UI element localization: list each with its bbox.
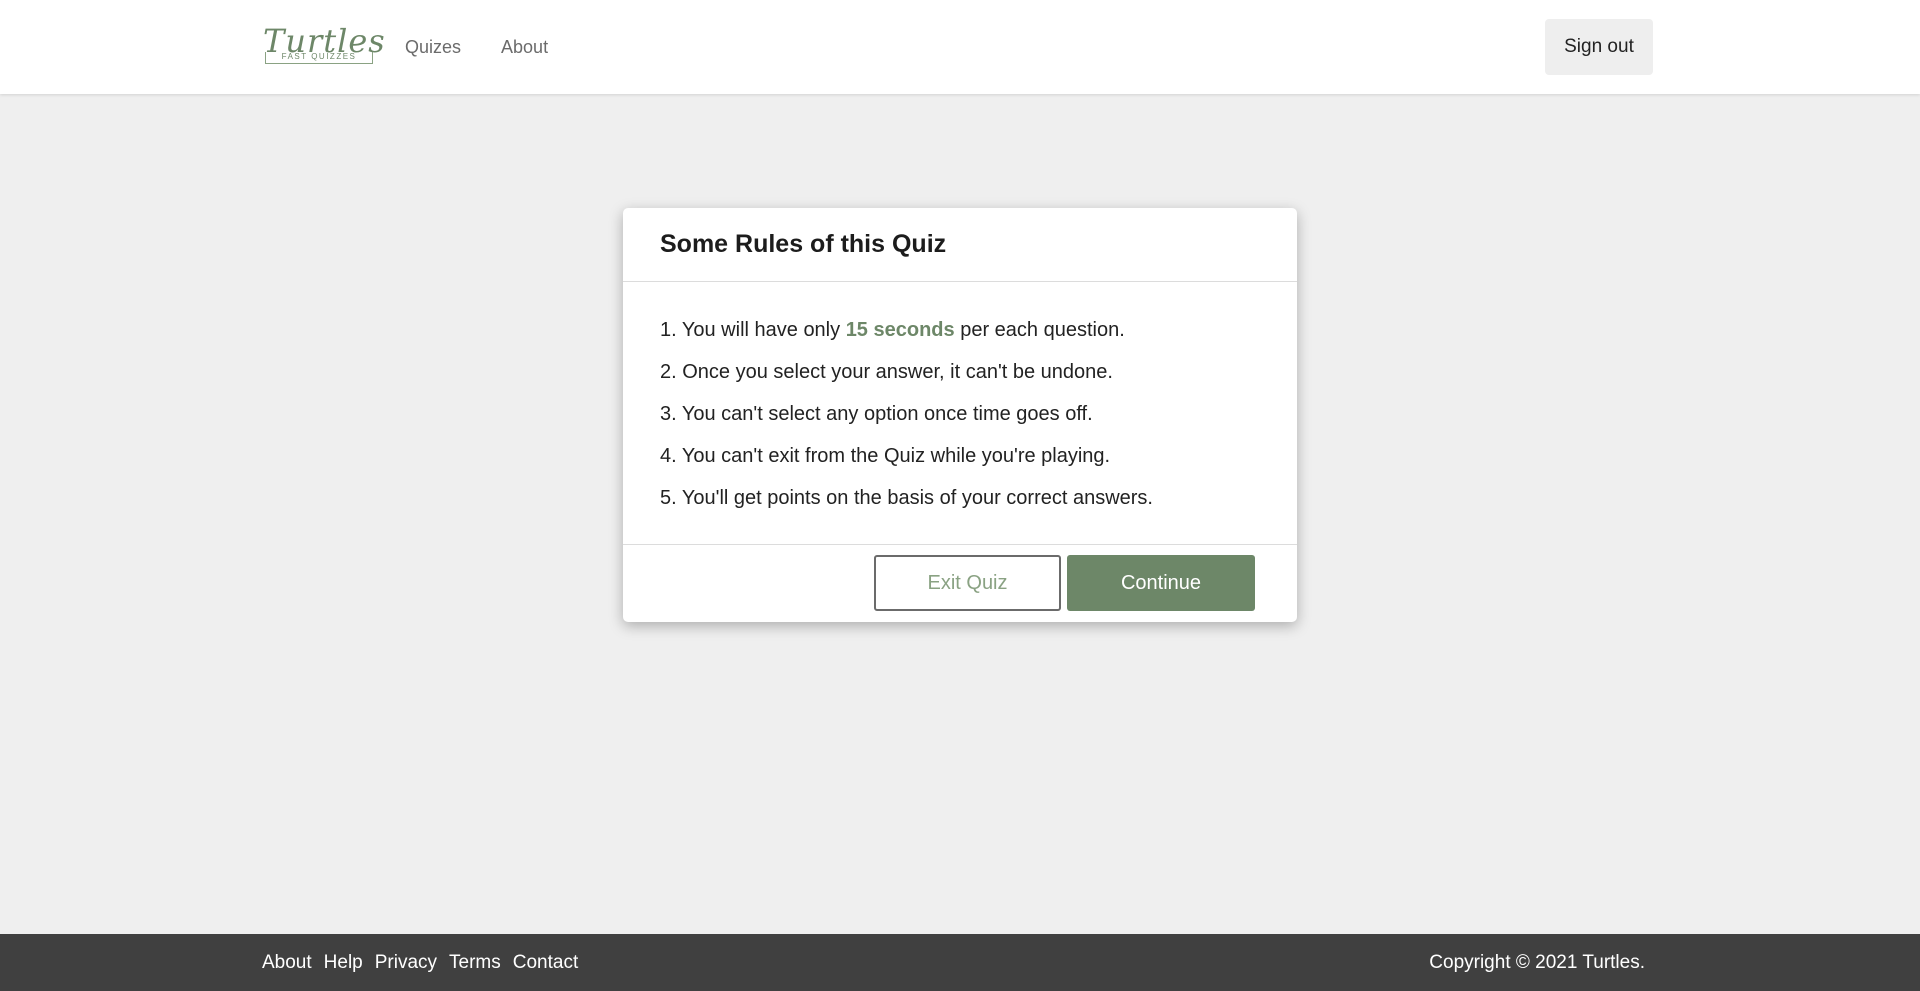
sign-out-button[interactable]: Sign out (1545, 19, 1653, 75)
logo-tagline: FAST QUIZZES (265, 52, 373, 64)
rule-item-1: 1. You will have only 15 seconds per eac… (660, 309, 1260, 351)
rule-item-2: 2. Once you select your answer, it can't… (660, 361, 1113, 383)
navbar-container: Turtles FAST QUIZZES Quizes About Sign o… (263, 0, 1653, 94)
footer-link-help[interactable]: Help (324, 952, 363, 974)
footer-container: About Help Privacy Terms Contact Copyrig… (262, 934, 1645, 991)
rule-item-5: 5. You'll get points on the basis of you… (660, 487, 1153, 509)
quiz-rules-dialog: Some Rules of this Quiz 1. You will have… (623, 208, 1297, 622)
rule-item-3: 3. You can't select any option once time… (660, 403, 1093, 425)
page-footer: About Help Privacy Terms Contact Copyrig… (0, 934, 1920, 991)
dialog-title: Some Rules of this Quiz (660, 230, 947, 258)
continue-button[interactable]: Continue (1067, 555, 1255, 611)
rule-1-suffix: per each question. (954, 319, 1125, 341)
rules-list: 1. You will have only 15 seconds per eac… (623, 282, 1297, 545)
footer-link-about[interactable]: About (262, 952, 312, 974)
footer-link-contact[interactable]: Contact (513, 952, 578, 974)
dialog-actions: Exit Quiz Continue (623, 545, 1297, 621)
footer-link-terms[interactable]: Terms (449, 952, 501, 974)
time-limit-highlight: 15 seconds (845, 319, 955, 341)
footer-link-privacy[interactable]: Privacy (375, 952, 437, 974)
nav-link-quizes[interactable]: Quizes (405, 37, 461, 58)
copyright-text: Copyright © 2021 Turtles. (1429, 951, 1645, 973)
rule-1-prefix: 1. You will have only (660, 319, 846, 341)
nav-link-about[interactable]: About (501, 37, 548, 58)
dialog-header: Some Rules of this Quiz (623, 208, 1297, 282)
brand-logo[interactable]: Turtles FAST QUIZZES (263, 22, 385, 67)
exit-quiz-button[interactable]: Exit Quiz (874, 555, 1061, 611)
top-navbar: Turtles FAST QUIZZES Quizes About Sign o… (0, 0, 1920, 94)
rule-item-4: 4. You can't exit from the Quiz while yo… (660, 445, 1111, 467)
